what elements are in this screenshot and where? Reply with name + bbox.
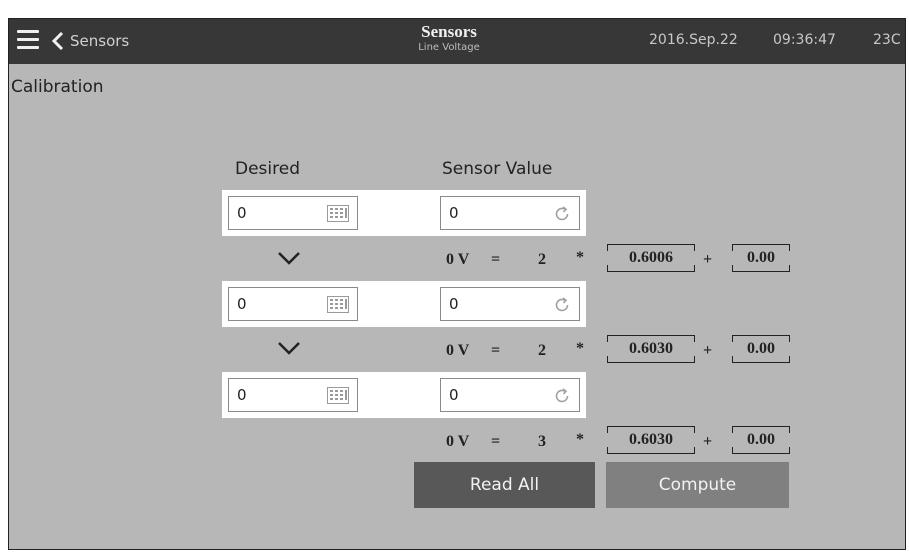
calculator-icon[interactable] [327, 296, 349, 313]
hamburger-icon[interactable] [17, 30, 39, 50]
desired-header: Desired [235, 159, 300, 179]
offset-field[interactable]: 0.00 [732, 426, 790, 454]
count-value: 3 [538, 433, 546, 450]
gain-field[interactable]: 0.6030 [607, 335, 695, 363]
refresh-icon[interactable] [553, 205, 571, 223]
multiply-sign: * [576, 249, 584, 266]
page-title: Sensors [421, 22, 477, 41]
plus-sign: + [703, 342, 713, 359]
date-display: 2016.Sep.22 [649, 32, 738, 48]
chevron-down-icon[interactable] [277, 251, 301, 265]
gain-value: 0.6030 [629, 431, 673, 448]
calculator-icon[interactable] [327, 205, 349, 222]
desired-value: 0 [237, 204, 247, 222]
chevron-left-icon [52, 32, 64, 50]
desired-input[interactable]: 0 [228, 287, 358, 321]
voltage-label: 0 V [446, 251, 470, 268]
offset-field[interactable]: 0.00 [732, 244, 790, 272]
title-block: Sensors Line Voltage [379, 22, 519, 55]
equals-sign: = [491, 251, 501, 268]
read-all-button[interactable]: Read All [414, 462, 595, 508]
sensor-value: 0 [449, 386, 459, 404]
back-button[interactable]: Sensors [52, 28, 129, 54]
sensor-value-header: Sensor Value [442, 159, 553, 179]
sensor-value-input[interactable]: 0 [440, 196, 580, 230]
voltage-label: 0 V [446, 433, 470, 450]
sensor-value: 0 [449, 295, 459, 313]
sensor-value-input[interactable]: 0 [440, 378, 580, 412]
voltage-label: 0 V [446, 342, 470, 359]
desired-input[interactable]: 0 [228, 196, 358, 230]
offset-value: 0.00 [747, 431, 775, 448]
time-display: 09:36:47 [773, 32, 836, 48]
equals-sign: = [491, 433, 501, 450]
gain-field[interactable]: 0.6030 [607, 426, 695, 454]
gain-value: 0.6030 [629, 340, 673, 357]
multiply-sign: * [576, 431, 584, 448]
section-title: Calibration [11, 77, 104, 97]
gain-value: 0.6006 [629, 249, 673, 266]
compute-button[interactable]: Compute [606, 462, 789, 508]
refresh-icon[interactable] [553, 387, 571, 405]
plus-sign: + [703, 251, 713, 268]
desired-input[interactable]: 0 [228, 378, 358, 412]
equals-sign: = [491, 342, 501, 359]
sensor-value: 0 [449, 204, 459, 222]
desired-value: 0 [237, 386, 247, 404]
top-bar: Sensors Sensors Line Voltage 2016.Sep.22… [9, 19, 905, 64]
gain-field[interactable]: 0.6006 [607, 244, 695, 272]
sensor-value-input[interactable]: 0 [440, 287, 580, 321]
app-window: Sensors Sensors Line Voltage 2016.Sep.22… [8, 18, 906, 550]
temperature-display: 23C [873, 32, 901, 48]
count-value: 2 [538, 342, 546, 359]
page-subtitle: Line Voltage [418, 42, 480, 53]
chevron-down-icon[interactable] [277, 341, 301, 355]
input-row: 0 0 [222, 281, 586, 327]
input-row: 0 0 [222, 190, 586, 236]
back-label: Sensors [70, 32, 130, 50]
offset-value: 0.00 [747, 340, 775, 357]
offset-field[interactable]: 0.00 [732, 335, 790, 363]
plus-sign: + [703, 433, 713, 450]
multiply-sign: * [576, 340, 584, 357]
offset-value: 0.00 [747, 249, 775, 266]
calculator-icon[interactable] [327, 387, 349, 404]
desired-value: 0 [237, 295, 247, 313]
input-row: 0 0 [222, 372, 586, 418]
count-value: 2 [538, 251, 546, 268]
refresh-icon[interactable] [553, 296, 571, 314]
